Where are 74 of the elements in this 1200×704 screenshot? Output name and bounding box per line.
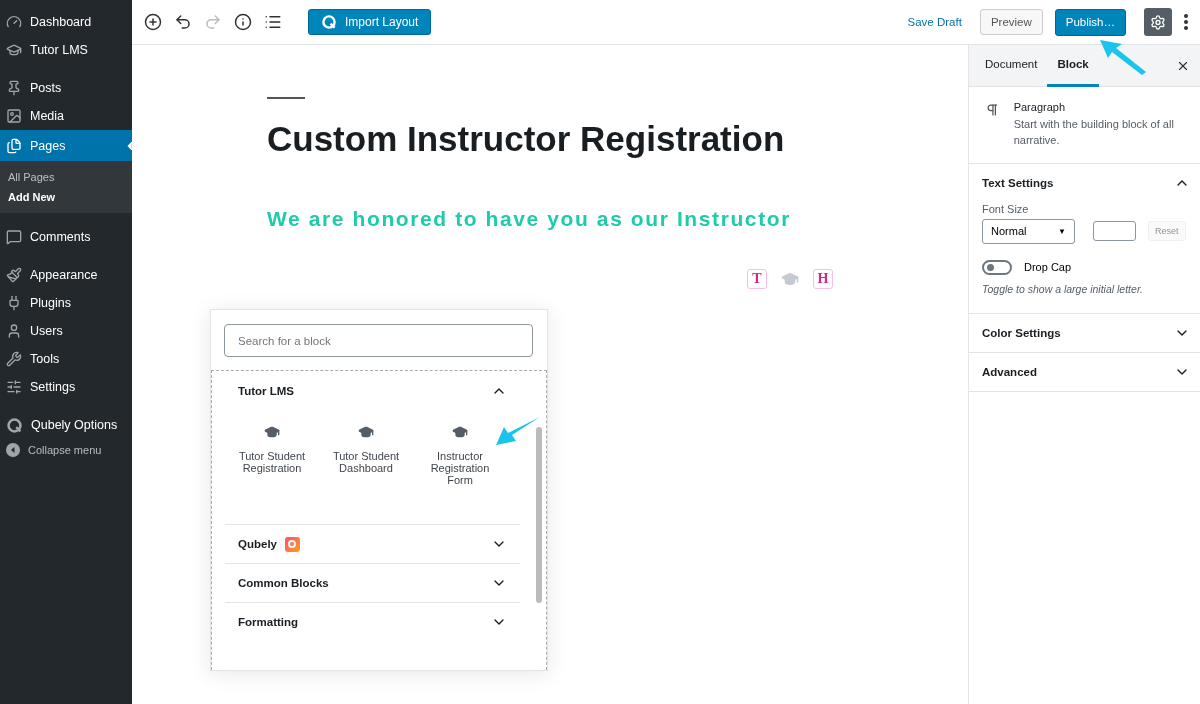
font-size-select[interactable]: Normal ▼	[982, 218, 1075, 244]
outline-button[interactable]	[264, 13, 282, 31]
admin-menu-item[interactable]: Pages	[0, 130, 132, 161]
graduation-cap-icon	[6, 42, 22, 58]
info-button[interactable]	[234, 13, 252, 31]
admin-menu-item[interactable]: Tutor LMS	[0, 36, 132, 64]
font-size-label: Font Size	[982, 202, 1030, 215]
user-icon	[6, 323, 22, 339]
settings-icon	[1150, 13, 1166, 31]
panel-header[interactable]: Advanced	[969, 352, 1200, 392]
drop-cap-label: Drop Cap	[1024, 261, 1072, 274]
admin-menu-item[interactable]: Media	[0, 102, 132, 130]
collapse-icon	[6, 443, 20, 457]
submenu-item[interactable]: All Pages	[0, 167, 132, 187]
pointer-arrow-drawing	[1098, 38, 1148, 76]
font-size-input[interactable]	[1093, 221, 1136, 242]
admin-menu-item[interactable]: Plugins	[0, 289, 132, 317]
add-block-button[interactable]	[144, 13, 162, 31]
more-icon	[1184, 14, 1188, 30]
comment-icon	[6, 229, 22, 245]
graduation-cap-icon	[358, 424, 374, 440]
info-icon	[234, 13, 252, 31]
plug-icon	[6, 295, 22, 311]
graduation-cap-icon	[781, 270, 799, 288]
block-item[interactable]: Tutor Student Registration	[225, 416, 319, 494]
panel-header[interactable]: Color Settings	[969, 313, 1200, 353]
graduation-cap-icon	[452, 424, 468, 440]
dashboard-icon	[6, 14, 22, 30]
settings-button[interactable]	[1144, 8, 1172, 36]
drop-cap-help: Toggle to show a large initial letter.	[982, 282, 1144, 295]
block-letter-icon[interactable]: H	[813, 269, 833, 289]
category-header[interactable]: Formatting	[225, 602, 520, 641]
admin-menu-item[interactable]: Tools	[0, 345, 132, 373]
sidebar-tab[interactable]: Block	[1047, 44, 1099, 87]
admin-menu-item[interactable]: Dashboard	[0, 8, 132, 36]
admin-menu-item[interactable]: Posts	[0, 74, 132, 102]
category-header[interactable]: Qubely	[225, 524, 520, 563]
sidebar-tab[interactable]: Document	[975, 44, 1048, 87]
sliders-icon	[6, 379, 22, 395]
admin-menu-item[interactable]: Users	[0, 317, 132, 345]
preview-button[interactable]: Preview	[979, 9, 1043, 35]
block-description: Start with the building block of all narrative.	[1013, 117, 1175, 148]
publish-button[interactable]: Publish…	[1054, 8, 1126, 36]
admin-menu-item[interactable]: Settings	[0, 373, 132, 401]
block-letter-icon[interactable]: T	[747, 269, 767, 289]
block-item[interactable]: Tutor Student Dashboard	[319, 416, 413, 494]
image-icon	[6, 108, 22, 124]
caret-icon: ▼	[1058, 226, 1066, 236]
graduation-cap-icon	[264, 424, 280, 440]
brush-icon	[6, 267, 22, 283]
redo-icon	[204, 13, 222, 31]
admin-menu-item[interactable]: Qubely Options	[0, 411, 132, 439]
category-header[interactable]: Common Blocks	[225, 563, 520, 602]
category-header[interactable]: Tutor LMS	[225, 371, 520, 410]
block-name: Paragraph	[1013, 101, 1067, 113]
collapse-menu[interactable]: Collapse menu	[0, 439, 132, 461]
more-button[interactable]	[1184, 14, 1188, 30]
save-draft-link[interactable]: Save Draft	[901, 15, 968, 29]
wrench-icon	[6, 351, 22, 367]
pages-icon	[6, 137, 22, 154]
admin-menu-item[interactable]: Comments	[0, 223, 132, 251]
panel-header[interactable]: Text Settings	[969, 163, 1200, 203]
undo-icon	[174, 13, 192, 31]
submenu-item[interactable]: Add New	[0, 187, 132, 207]
pin-icon	[6, 80, 22, 96]
admin-menu-item[interactable]: Appearance	[0, 261, 132, 289]
page-title[interactable]: Custom Instructor Registration	[267, 119, 968, 159]
list-icon	[264, 13, 282, 31]
undo-button[interactable]	[174, 13, 192, 31]
search-field[interactable]: Search for a block	[224, 324, 533, 357]
import-layout-button[interactable]: Import Layout	[308, 9, 432, 35]
drop-cap-toggle[interactable]	[982, 259, 1012, 275]
plus-icon	[144, 13, 162, 31]
scrollbar[interactable]	[536, 427, 542, 603]
